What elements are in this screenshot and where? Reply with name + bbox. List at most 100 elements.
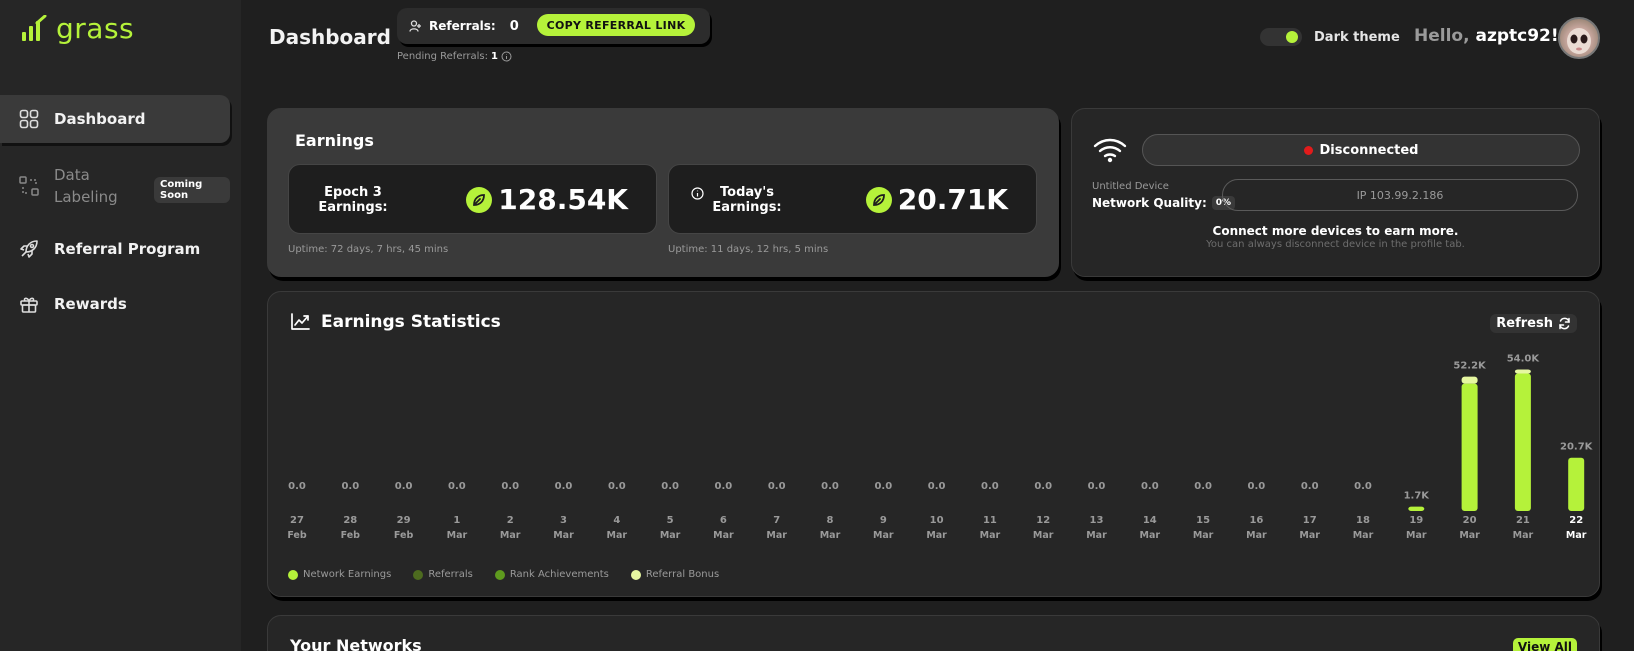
x-tick-day: 17 [1303, 515, 1317, 526]
info-icon[interactable] [691, 187, 704, 200]
today-earnings-value: 20.71K [897, 183, 1008, 216]
x-tick-month: Feb [394, 530, 414, 541]
x-tick-day: 14 [1143, 515, 1157, 526]
bar-network-earnings-20-mar[interactable] [1461, 383, 1478, 511]
bar-network-earnings-19-mar[interactable] [1408, 506, 1425, 511]
x-tick-day: 27 [290, 515, 304, 526]
users-icon [409, 20, 421, 32]
epoch-earnings-value: 128.54K [498, 183, 628, 216]
earnings-statistics-card: Earnings Statistics Refresh 0.0 27 Feb 0.0 2… [267, 291, 1600, 597]
greeting: Hello, azptc92! [1414, 26, 1559, 46]
device-card: Disconnected Untitled Device Network Qua… [1071, 108, 1600, 277]
sidebar-item-label: Dashboard [54, 110, 146, 128]
referrals-count: 0 [509, 18, 519, 34]
grass-logo[interactable]: grass [20, 12, 134, 45]
pending-referrals-count: 1 [491, 51, 498, 62]
today-earnings-value-wrap: 20.71K [865, 183, 1008, 216]
referrals-panel: Referrals: 0 COPY REFERRAL LINK [397, 8, 710, 44]
epoch-earnings-label: Epoch 3 Earnings: [318, 185, 388, 215]
connection-status-label: Disconnected [1319, 142, 1419, 158]
x-tick-month: Mar [873, 530, 894, 541]
network-quality: Network Quality: 0% [1092, 196, 1236, 210]
legend-label: Referral Bonus [645, 569, 720, 580]
legend-item[interactable]: Referrals [413, 569, 473, 580]
bar-network-earnings-22-mar[interactable] [1568, 457, 1585, 511]
bar-value-label: 0.0 [1301, 481, 1319, 492]
bar-referral-bonus-21-mar[interactable] [1514, 369, 1531, 374]
x-tick-day: 22 [1569, 515, 1583, 526]
x-tick-day: 6 [720, 515, 727, 526]
x-tick-day: 8 [827, 515, 834, 526]
device-name: Untitled Device [1092, 181, 1169, 192]
pending-referrals: Pending Referrals: 1 [397, 51, 512, 62]
sidebar: grass Dashboard Data Labeling Coming Soo… [0, 0, 241, 651]
sidebar-item-dashboard[interactable]: Dashboard [0, 95, 230, 143]
bar-value-label: 0.0 [555, 481, 573, 492]
connect-message: Connect more devices to earn more. [1212, 224, 1459, 238]
sidebar-item-referral-program[interactable]: Referral Program [0, 236, 230, 262]
sidebar-item-rewards[interactable]: Rewards [0, 291, 230, 317]
copy-referral-link-button[interactable]: COPY REFERRAL LINK [537, 14, 695, 36]
bar-value-label: 0.0 [448, 481, 466, 492]
x-tick-day: 15 [1196, 515, 1210, 526]
theme-switch: Dark theme [1260, 28, 1400, 46]
bar-value-label: 0.0 [395, 481, 413, 492]
legend-item[interactable]: Rank Achievements [494, 569, 609, 580]
x-tick-month: Mar [607, 530, 628, 541]
sidebar-item-label: Referral Program [54, 240, 201, 258]
x-tick-day: 29 [397, 515, 411, 526]
x-tick-month: Mar [766, 530, 787, 541]
leaf-icon [865, 186, 892, 213]
bar-value-label: 0.0 [501, 481, 519, 492]
grass-logo-icon [22, 14, 47, 41]
greeting-text: Hello, [1414, 26, 1470, 46]
legend-label: Referrals [428, 569, 473, 580]
network-quality-label: Network Quality: [1092, 196, 1207, 210]
x-tick-month: Mar [447, 530, 468, 541]
your-networks-card: Your Networks View All [267, 615, 1600, 651]
info-icon[interactable] [501, 51, 512, 62]
dark-theme-toggle[interactable] [1260, 28, 1302, 46]
earnings-bar-chart: 0.0 27 Feb 0.0 28 Feb 0.0 29 Feb 0.0 1 Mar 0.0 2 Mar 0.… [287, 354, 1594, 541]
bar-value-label: 0.0 [768, 481, 786, 492]
gift-icon [18, 293, 40, 315]
bar-value-label: 0.0 [928, 481, 946, 492]
grid-icon [18, 108, 40, 130]
x-tick-month: Mar [1193, 530, 1214, 541]
bar-value-label: 0.0 [874, 481, 892, 492]
bar-value-label: 1.7K [1404, 491, 1431, 502]
x-tick-month: Mar [1140, 530, 1161, 541]
pending-referrals-label: Pending Referrals: [397, 51, 489, 62]
connection-status[interactable]: Disconnected [1142, 134, 1580, 166]
legend-item[interactable]: Network Earnings [288, 569, 391, 580]
x-tick-month: Mar [1566, 530, 1587, 541]
x-tick-day: 13 [1090, 515, 1104, 526]
page-title: Dashboard [269, 25, 391, 49]
epoch-uptime: Uptime: 72 days, 7 hrs, 45 mins [288, 244, 449, 255]
today-earnings-stat: Today's Earnings: 20.71K [668, 164, 1037, 234]
bar-value-label: 0.0 [661, 481, 679, 492]
epoch-earnings-value-wrap: 128.54K [466, 183, 628, 216]
bar-network-earnings-21-mar[interactable] [1514, 373, 1531, 511]
chart-legend: Network Earnings Referrals Rank Achievemen… [288, 569, 719, 580]
legend-swatch [630, 569, 641, 580]
x-tick-month: Feb [287, 530, 307, 541]
bar-value-label: 0.0 [1141, 481, 1159, 492]
bar-value-label: 0.0 [608, 481, 626, 492]
bar-value-label: 0.0 [821, 481, 839, 492]
avatar[interactable] [1558, 17, 1600, 59]
legend-item[interactable]: Referral Bonus [630, 569, 720, 580]
epoch-earnings-stat: Epoch 3 Earnings: 128.54K [288, 164, 657, 234]
x-tick-day: 10 [930, 515, 944, 526]
bar-value-label: 20.7K [1560, 442, 1594, 453]
toggle-knob [1286, 31, 1298, 43]
view-all-button[interactable]: View All [1512, 638, 1577, 651]
bar-referral-bonus-20-mar[interactable] [1461, 376, 1478, 384]
sidebar-item-data-labeling[interactable]: Data Labeling Coming Soon [0, 160, 230, 212]
sidebar-item-label: Data Labeling [54, 166, 118, 206]
labeling-icon [18, 175, 40, 197]
x-tick-day: 2 [507, 515, 514, 526]
x-tick-day: 20 [1463, 515, 1477, 526]
x-tick-day: 4 [613, 515, 620, 526]
x-tick-day: 3 [560, 515, 567, 526]
